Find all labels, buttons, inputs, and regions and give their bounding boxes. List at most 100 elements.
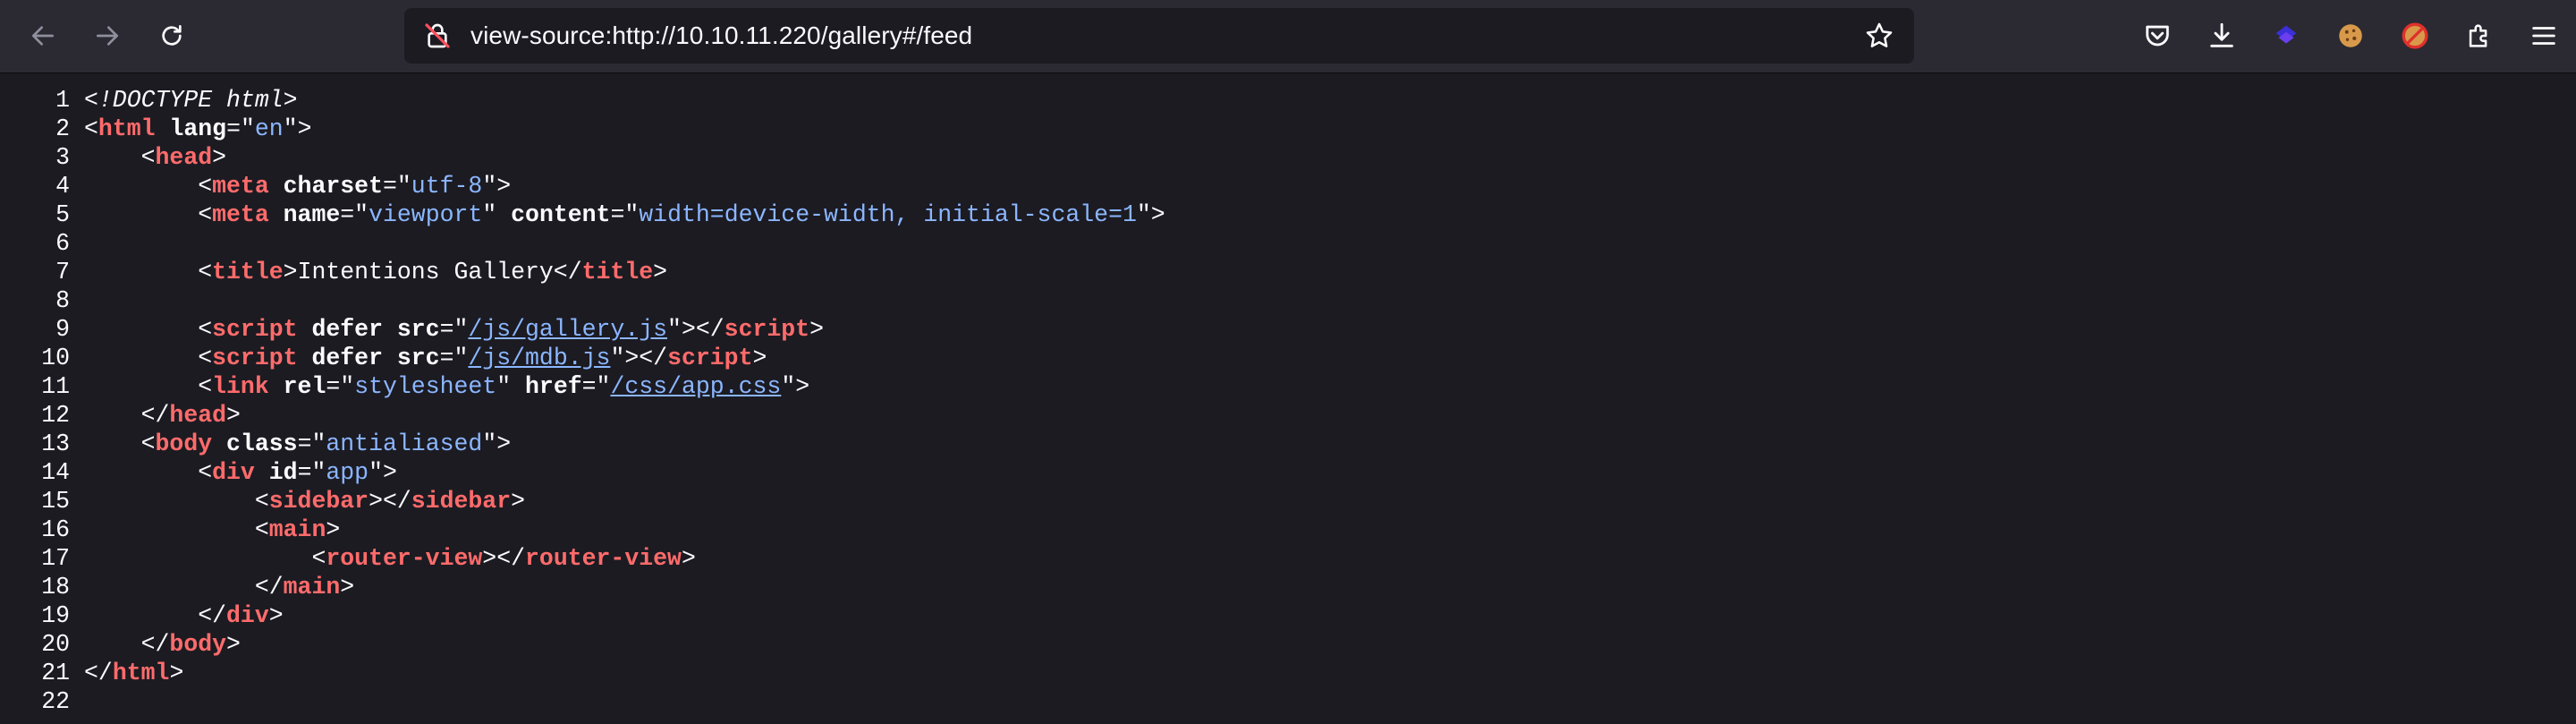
menu-hamburger-icon xyxy=(2532,27,2555,45)
cookie-extension-icon xyxy=(2339,24,2362,47)
source-line: 9 <script defer src="/js/gallery.js"></s… xyxy=(0,315,2576,344)
source-line: 11 <link rel="stylesheet" href="/css/app… xyxy=(0,372,2576,401)
source-token: "> xyxy=(1136,201,1165,228)
line-code: <head> xyxy=(84,143,226,172)
source-token: router-view xyxy=(326,545,483,572)
source-token: "> xyxy=(482,430,512,457)
source-token: </ xyxy=(84,402,170,429)
url-text[interactable]: view-source:http://10.10.11.220/gallery#… xyxy=(470,21,1862,50)
source-token: en xyxy=(254,115,284,142)
source-token: class xyxy=(226,430,298,457)
source-token xyxy=(269,173,284,200)
cookie-extension-button[interactable] xyxy=(2318,16,2383,55)
source-token: src xyxy=(396,316,440,343)
source-token: =" xyxy=(297,430,326,457)
source-token: app xyxy=(326,459,369,486)
source-line: 19 </div> xyxy=(0,601,2576,630)
source-token: link xyxy=(212,373,269,400)
source-token: script xyxy=(724,316,810,343)
pocket-button[interactable] xyxy=(2125,16,2190,55)
source-token: body xyxy=(169,631,227,658)
source-token xyxy=(212,430,226,457)
source-token: < xyxy=(84,488,269,515)
source-token: viewport xyxy=(369,201,483,228)
source-line: 22 xyxy=(0,687,2576,716)
source-token: id xyxy=(268,459,298,486)
source-token: html xyxy=(112,660,170,686)
source-token: < xyxy=(84,459,213,486)
source-token: =" xyxy=(382,173,411,200)
browser-toolbar: view-source:http://10.10.11.220/gallery#… xyxy=(0,0,2576,73)
source-token: > xyxy=(226,631,241,658)
source-token: < xyxy=(84,516,269,543)
source-token: content xyxy=(511,201,611,228)
source-token: =" xyxy=(226,115,255,142)
source-token xyxy=(383,345,397,371)
source-line: 5 <meta name="viewport" content="width=d… xyxy=(0,200,2576,229)
source-link[interactable]: /css/app.css xyxy=(610,373,781,400)
source-link[interactable]: /js/mdb.js xyxy=(468,345,610,371)
source-line: 1 <!DOCTYPE html> xyxy=(0,86,2576,115)
bookmark-star-icon[interactable] xyxy=(1862,19,1896,53)
source-token: defer xyxy=(311,345,383,371)
forward-arrow-icon xyxy=(97,26,118,46)
line-code: </html> xyxy=(84,659,183,687)
source-token: title xyxy=(581,259,654,285)
source-token: script xyxy=(212,316,298,343)
source-token: > xyxy=(681,545,696,572)
source-token: > xyxy=(511,488,526,515)
source-token: "> xyxy=(482,173,512,200)
extension-purple-button[interactable] xyxy=(2254,16,2318,55)
line-number: 4 xyxy=(55,173,70,200)
line-code: </body> xyxy=(84,630,241,659)
source-link[interactable]: /js/gallery.js xyxy=(468,316,667,343)
source-token: meta xyxy=(212,173,269,200)
reload-icon xyxy=(162,25,182,46)
extension-purple-icon xyxy=(2275,25,2297,44)
address-bar[interactable]: view-source:http://10.10.11.220/gallery#… xyxy=(404,8,1914,64)
pocket-icon xyxy=(2146,25,2169,47)
source-line: 16 <main> xyxy=(0,515,2576,544)
extensions-button[interactable] xyxy=(2447,16,2512,55)
downloads-icon xyxy=(2210,22,2233,47)
line-code: <!DOCTYPE html> xyxy=(84,86,298,115)
line-number: 11 xyxy=(41,373,70,400)
connection-not-secure-icon[interactable] xyxy=(422,21,453,51)
blocked-extension-button[interactable] xyxy=(2383,16,2447,55)
source-line: 2 <html lang="en"> xyxy=(0,115,2576,143)
line-code: <div id="app"> xyxy=(84,458,397,487)
source-token: " xyxy=(496,373,526,400)
source-token: > xyxy=(326,516,341,543)
source-token: "> xyxy=(781,373,810,400)
source-token: > xyxy=(340,574,355,600)
source-token: div xyxy=(226,602,269,629)
source-token: head xyxy=(169,402,227,429)
line-number: 15 xyxy=(41,488,70,515)
line-number: 12 xyxy=(41,402,70,429)
source-line: 14 <div id="app"> xyxy=(0,458,2576,487)
back-button[interactable] xyxy=(25,18,61,54)
source-token: </ xyxy=(84,602,227,629)
source-line: 8 xyxy=(0,286,2576,315)
source-line: 4 <meta charset="utf-8"> xyxy=(0,172,2576,200)
source-token: html xyxy=(97,115,156,142)
source-token: =" xyxy=(581,373,611,400)
source-token: stylesheet xyxy=(354,373,497,400)
source-token: utf-8 xyxy=(411,173,483,200)
source-token: > xyxy=(268,602,284,629)
forward-button[interactable] xyxy=(89,18,125,54)
line-number: 2 xyxy=(55,115,70,142)
source-token: < xyxy=(84,345,213,371)
source-token: main xyxy=(283,574,341,600)
reload-button[interactable] xyxy=(154,18,190,54)
downloads-button[interactable] xyxy=(2190,16,2254,55)
source-token: < xyxy=(84,173,213,200)
menu-button[interactable] xyxy=(2512,16,2576,55)
source-line: 10 <script defer src="/js/mdb.js"></scri… xyxy=(0,344,2576,372)
source-token: </ xyxy=(84,660,113,686)
line-number: 20 xyxy=(41,631,70,658)
source-token: head xyxy=(155,144,213,171)
source-token xyxy=(269,201,284,228)
source-token: ></ xyxy=(369,488,411,515)
line-code: <main> xyxy=(84,515,340,544)
